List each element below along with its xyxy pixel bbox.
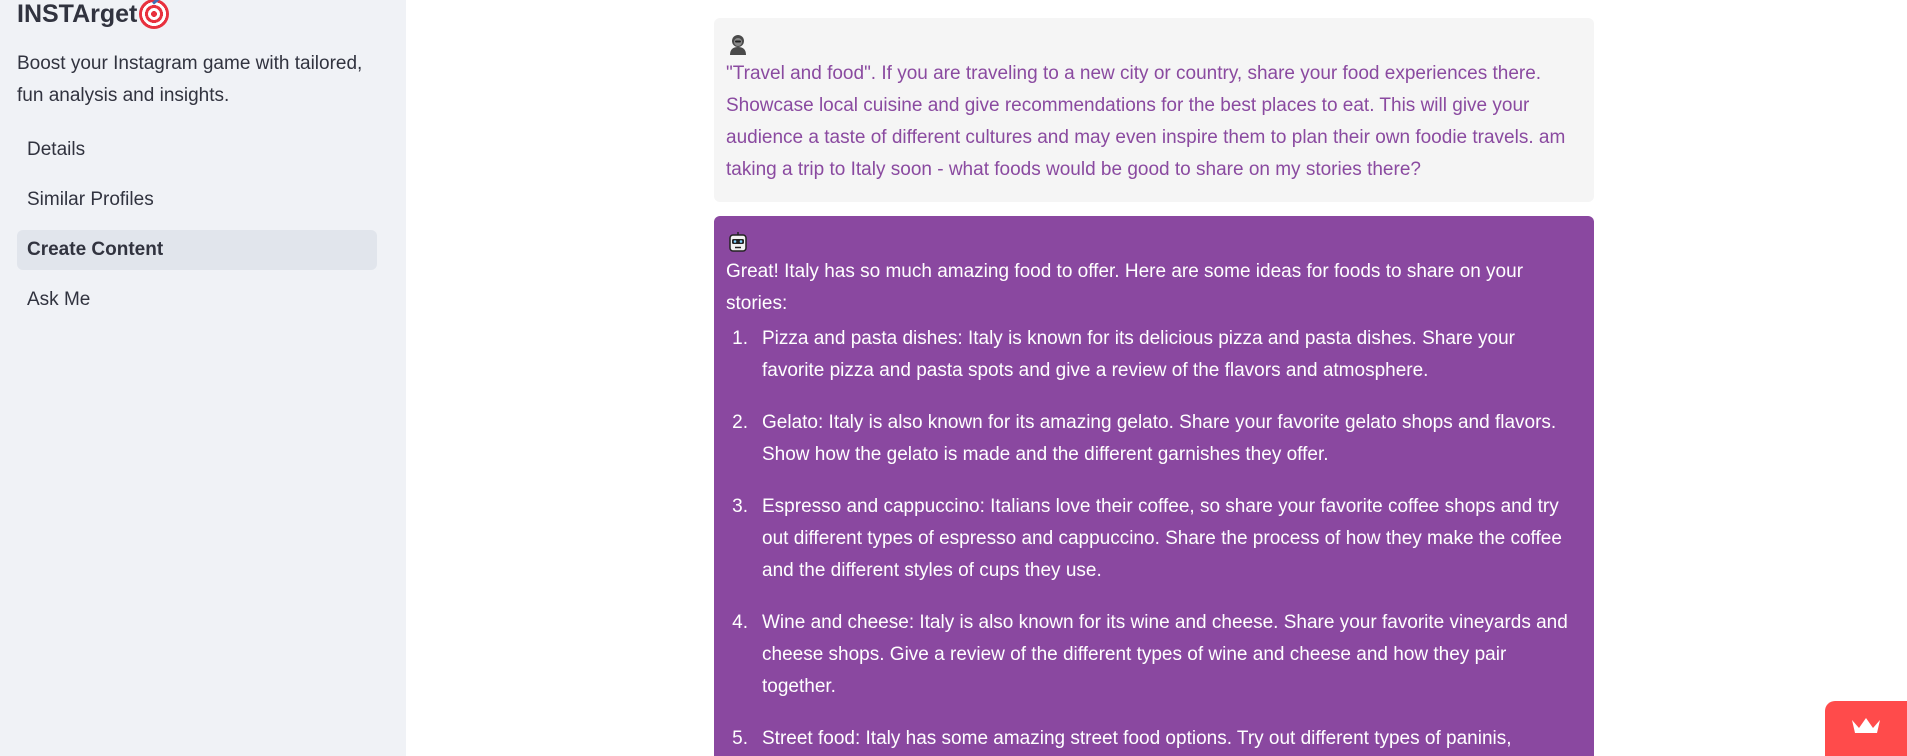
app-title: INSTArget <box>17 0 170 29</box>
list-item: 1. Pizza and pasta dishes: Italy is know… <box>726 323 1582 387</box>
sidebar-item-label: Ask Me <box>27 289 91 310</box>
list-item: 4. Wine and cheese: Italy is also known … <box>726 607 1582 703</box>
list-item-number: 5. <box>732 728 748 749</box>
app-subtitle: Boost your Instagram game with tailored,… <box>17 53 363 106</box>
sidebar-item-similar-profiles[interactable]: Similar Profiles <box>17 180 377 220</box>
bot-message-list: 1. Pizza and pasta dishes: Italy is know… <box>726 323 1582 756</box>
list-item-text: Wine and cheese: Italy is also known for… <box>762 612 1568 697</box>
streamlit-badge[interactable] <box>1825 701 1907 756</box>
sidebar-nav: Details Similar Profiles Create Content … <box>17 130 377 330</box>
user-avatar-icon <box>726 32 750 56</box>
bot-message: Great! Italy has so much amazing food to… <box>714 216 1594 756</box>
user-message-text: "Travel and food". If you are traveling … <box>726 63 1566 180</box>
sidebar-item-create-content[interactable]: Create Content <box>17 230 377 270</box>
target-icon <box>139 0 170 29</box>
app-title-text: INSTArget <box>17 0 138 28</box>
list-item: 2. Gelato: Italy is also known for its a… <box>726 407 1582 471</box>
list-item-text: Espresso and cappuccino: Italians love t… <box>762 496 1562 581</box>
bot-message-intro: Great! Italy has so much amazing food to… <box>726 261 1524 314</box>
list-item-number: 2. <box>732 412 748 433</box>
list-item-text: Pizza and pasta dishes: Italy is known f… <box>762 328 1516 381</box>
crown-icon <box>1850 716 1882 741</box>
sidebar-item-label: Create Content <box>27 239 164 260</box>
sidebar-item-details[interactable]: Details <box>17 130 377 170</box>
sidebar-item-label: Similar Profiles <box>27 189 154 210</box>
list-item-number: 3. <box>732 496 748 517</box>
list-item: 5. Street food: Italy has some amazing s… <box>726 723 1582 756</box>
sidebar: INSTArget Boost your Instagram game with… <box>0 0 406 756</box>
list-item: 3. Espresso and cappuccino: Italians lov… <box>726 491 1582 587</box>
sidebar-item-ask-me[interactable]: Ask Me <box>17 280 377 320</box>
bot-avatar-icon <box>726 230 750 254</box>
list-item-text: Gelato: Italy is also known for its amaz… <box>762 412 1557 465</box>
list-item-text: Street food: Italy has some amazing stre… <box>762 728 1512 749</box>
list-item-number: 4. <box>732 612 748 633</box>
list-item-number: 1. <box>732 328 748 349</box>
sidebar-item-label: Details <box>27 139 86 160</box>
user-message: "Travel and food". If you are traveling … <box>714 18 1594 202</box>
